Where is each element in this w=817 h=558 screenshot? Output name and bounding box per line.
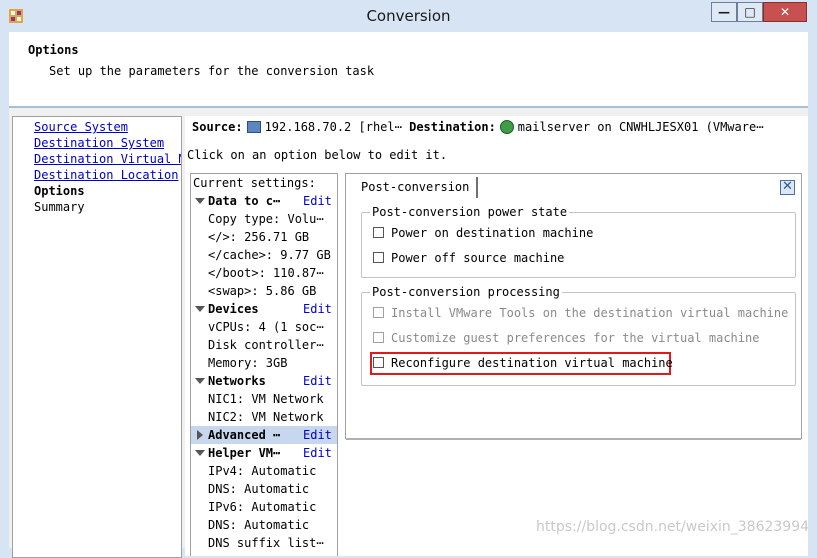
reconfigure-destination-checkbox[interactable] [373,357,384,368]
settings-section-data[interactable]: Data to c⋯ Edit [191,192,337,210]
settings-item: NIC2: VM Network [208,410,324,424]
maximize-icon: □ [744,5,756,19]
dialog-client-area: Options Set up the parameters for the co… [9,32,808,558]
power-on-destination-checkbox[interactable] [373,227,384,238]
settings-section-networks[interactable]: Networks Edit [191,372,337,390]
tab-strip: Post-conversion ✕ [346,174,801,198]
nav-item-destination-virtual-machine[interactable]: Destination Virtual M [34,152,181,166]
settings-item: Copy type: Volu⋯ [208,212,324,226]
minimize-icon: — [718,5,730,19]
nav-item-destination-location[interactable]: Destination Location [34,168,179,182]
close-icon: ✕ [779,5,791,19]
tab-post-conversion[interactable]: Post-conversion [354,177,479,198]
settings-item: <swap>: 5.86 GB [208,284,317,298]
page-subtitle: Set up the parameters for the conversion… [49,64,375,78]
window-title: Conversion [366,7,451,25]
computer-icon [246,121,261,133]
page-title: Options [28,43,79,57]
expand-arrow-icon[interactable] [195,306,205,312]
minimize-button[interactable]: — [711,2,737,22]
vcenter-host-icon [499,120,514,134]
settings-item: </boot>: 110.87⋯ [208,266,324,280]
expand-arrow-icon[interactable] [195,450,205,456]
edit-link[interactable]: Edit [303,192,332,210]
source-destination-line: Source: 192.168.70.2 [rhel⋯ Destination: m… [192,120,763,134]
expand-arrow-icon[interactable] [195,198,205,204]
maximize-button[interactable]: □ [737,2,763,22]
instruction-text: Click on an option below to edit it. [187,148,448,162]
destination-label: Destination: [409,120,496,134]
close-button[interactable]: ✕ [763,2,807,22]
edit-link[interactable]: Edit [303,372,332,390]
settings-item: IPv4: Automatic [208,464,317,478]
settings-item: vCPUs: 4 (1 soc⋯ [208,320,324,334]
settings-item: </>: 256.71 GB [208,230,310,244]
panel-divider [346,438,801,440]
close-icon: ✕ [782,179,793,194]
settings-header: Current settings: [193,176,316,190]
page-header: Options Set up the parameters for the co… [9,32,808,108]
nav-item-options: Options [34,184,85,198]
settings-item: Disk controller⋯ [208,338,324,352]
settings-item: DNS suffix list⋯ [208,536,324,550]
install-vmware-tools-checkbox [373,307,384,318]
group-legend: Post-conversion processing [370,285,562,299]
current-settings-list: Current settings: Data to c⋯ Edit Copy t… [190,173,338,556]
title-bar: Conversion — □ ✕ [0,0,817,32]
nav-item-summary: Summary [34,200,85,214]
settings-section-advanced[interactable]: Advanced ⋯ Edit [191,426,337,444]
body-area: Source System Destination System Destina… [9,108,808,558]
settings-item: DNS: Automatic [208,518,310,532]
edit-link[interactable]: Edit [303,444,332,462]
power-off-source-checkbox[interactable] [373,252,384,263]
settings-item: </cache>: 9.77 GB [208,248,331,262]
processing-group: Post-conversion processing Install VMwar… [361,285,796,386]
edit-link[interactable]: Edit [303,426,332,444]
nav-item-source-system[interactable]: Source System [34,120,128,134]
power-state-group: Post-conversion power state Power on des… [361,205,796,278]
wizard-nav: Source System Destination System Destina… [12,116,182,558]
settings-item: IPv6: Automatic [208,500,317,514]
settings-item: NIC1: VM Network [208,392,324,406]
settings-item: Memory: 3GB [208,356,288,370]
post-conversion-panel: Post-conversion ✕ Post-conversion power … [345,173,802,440]
collapse-arrow-icon[interactable] [197,430,203,440]
nav-item-destination-system[interactable]: Destination System [34,136,164,150]
source-value: 192.168.70.2 [rhel⋯ [264,120,402,134]
expand-arrow-icon[interactable] [195,378,205,384]
group-legend: Post-conversion power state [370,205,570,219]
customize-guest-checkbox [373,332,384,343]
main-panel: Source: 192.168.70.2 [rhel⋯ Destination: m… [185,116,808,556]
settings-section-helper-vm[interactable]: Helper VM⋯ Edit [191,444,337,462]
close-panel-button[interactable]: ✕ [780,179,795,195]
edit-link[interactable]: Edit [303,300,332,318]
destination-value: mailserver on CNWHLJESX01 (VMware⋯ [517,120,764,134]
watermark-text: https://blog.csdn.net/weixin_38623994 [536,519,810,535]
source-label: Source: [192,120,243,134]
settings-item: DNS: Automatic [208,482,310,496]
settings-section-devices[interactable]: Devices Edit [191,300,337,318]
